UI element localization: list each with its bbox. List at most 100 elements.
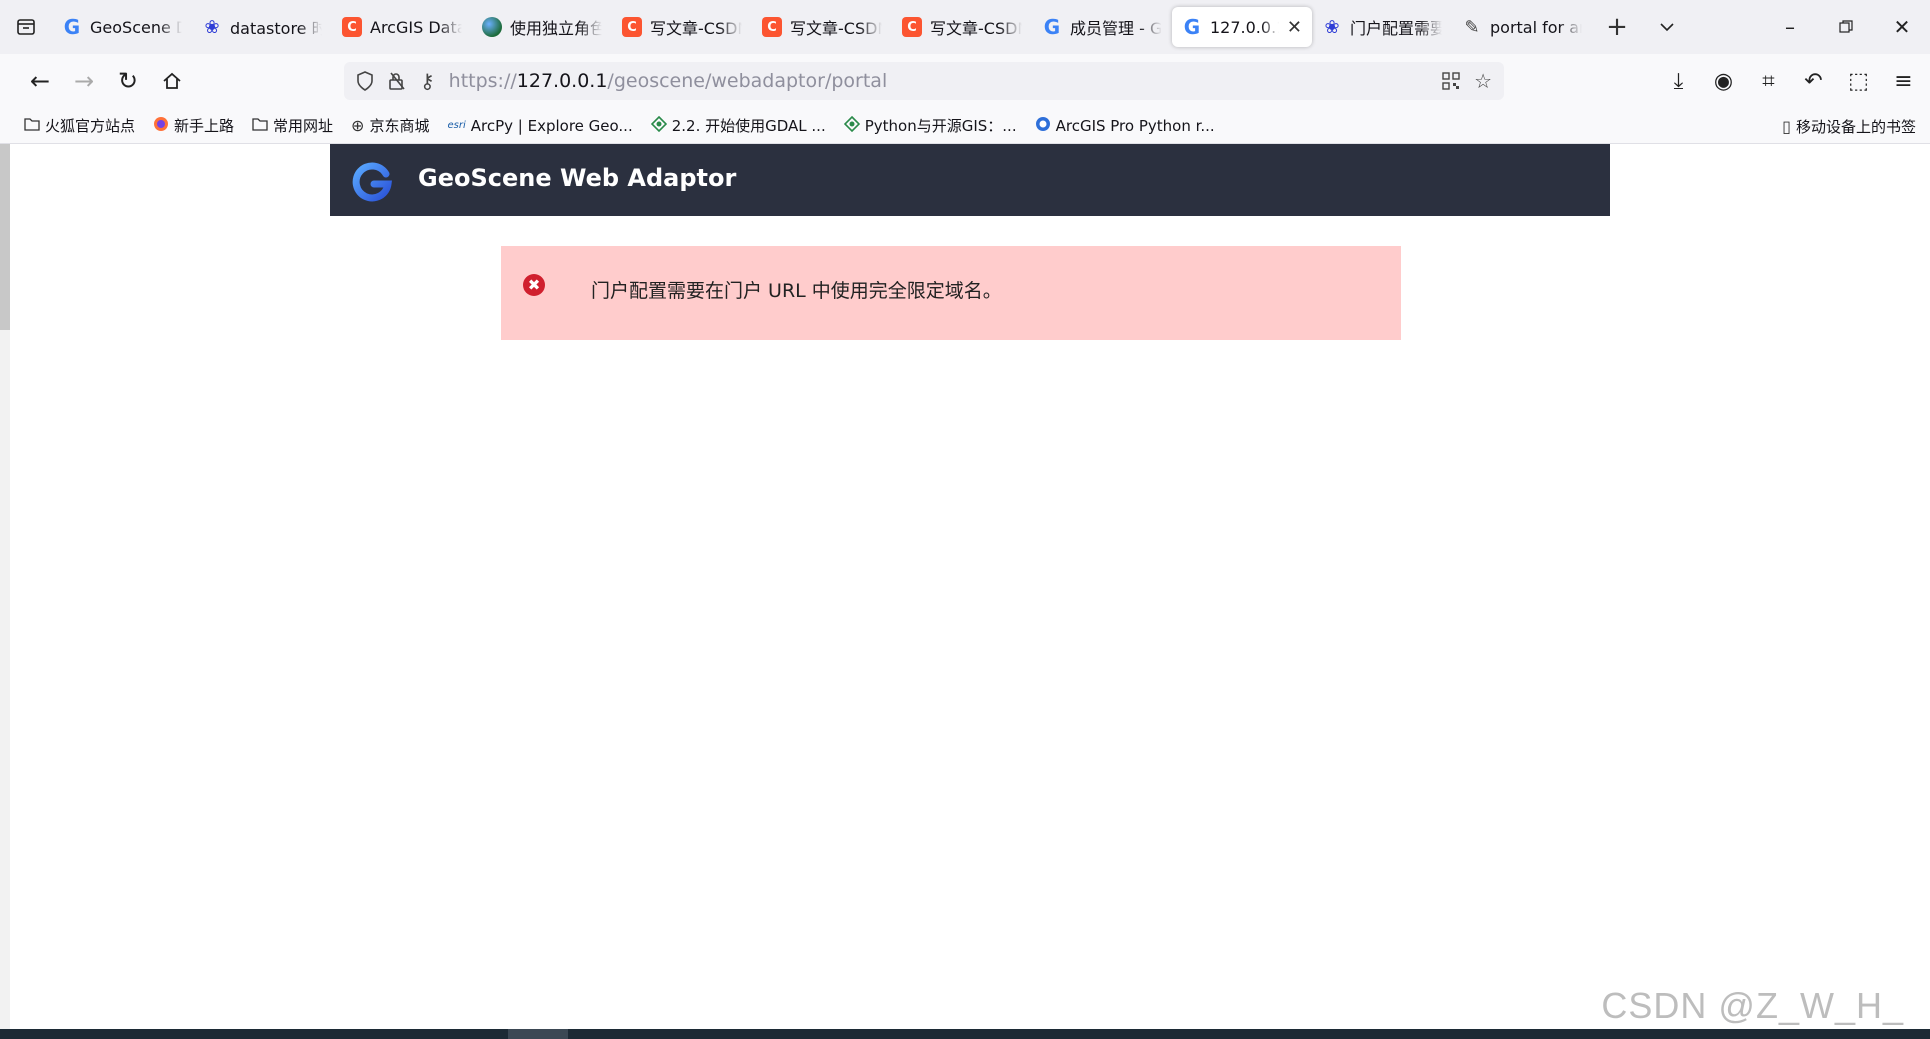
minimize-button[interactable]: – [1762, 0, 1818, 54]
minimize-icon: – [1785, 15, 1795, 39]
tab[interactable]: G GeoScene D [52, 7, 192, 47]
bookmark-item[interactable]: ⊕ 京东商城 [351, 115, 429, 136]
globe-icon [482, 17, 502, 37]
close-icon: ✕ [1893, 15, 1911, 39]
qr-code-icon[interactable] [1442, 72, 1460, 90]
folder-icon [24, 116, 40, 135]
tab-strip: G GeoScene D ❀ datastore 时 C ArcGIS Data 使用独立角… [0, 0, 1930, 54]
restore-icon [1839, 20, 1853, 33]
tab-overview-button[interactable] [0, 0, 52, 54]
key-icon[interactable]: ⚷ [420, 69, 435, 93]
tab[interactable]: 使用独立角色 [472, 7, 612, 47]
tab-label: GeoScene D [90, 17, 182, 37]
close-window-button[interactable]: ✕ [1874, 0, 1930, 54]
app-menu-button[interactable]: ≡ [1881, 59, 1926, 103]
new-tab-button[interactable]: + [1592, 7, 1642, 47]
tab[interactable]: ❀ 门户配置需要 [1312, 7, 1452, 47]
lock-warning-icon[interactable] [388, 71, 406, 91]
toolbar-actions: ⤓ ◉ ⌗ ↶ ⬚ ≡ [1656, 54, 1930, 108]
error-alert: ✖ 门户配置需要在门户 URL 中使用完全限定域名。 [501, 246, 1401, 340]
bookmark-item[interactable]: 新手上路 [153, 115, 234, 136]
mobile-device-icon: ▯ [1782, 116, 1791, 136]
undo-button[interactable]: ↶ [1791, 59, 1836, 103]
bookmark-label: 火狐官方站点 [45, 117, 136, 135]
error-x-icon: ✖ [523, 274, 545, 296]
bookmark-item[interactable]: ArcGIS Pro Python r... [1035, 116, 1215, 136]
tab-label: ArcGIS Data [370, 17, 462, 37]
bookmark-label: ArcPy | Explore Geo... [470, 116, 633, 135]
url-path: /geoscene/webadaptor/portal [607, 70, 888, 92]
bookmark-label: 新手上路 [174, 117, 235, 135]
bookmark-item[interactable]: 2.2. 开始使用GDAL ... [650, 115, 826, 136]
google-g-icon: G [63, 15, 81, 39]
mobile-bookmarks[interactable]: ▯ 移动设备上的书签 [1782, 108, 1916, 144]
tab[interactable]: C ArcGIS Data [332, 7, 472, 47]
bookmark-label: Python与开源GIS：... [864, 117, 1017, 135]
google-g-icon: G [1183, 15, 1201, 39]
csdn-icon: C [342, 17, 362, 37]
downloads-button[interactable]: ⤓ [1656, 59, 1701, 103]
geoscene-logo-icon [352, 162, 392, 202]
tab-label: 成员管理 - G [1070, 19, 1162, 38]
tab-label: 写文章-CSDN [650, 19, 742, 38]
address-bar[interactable]: ⚷ https://127.0.0.1/geoscene/webadaptor/… [344, 62, 1504, 100]
firefox-icon [153, 116, 169, 136]
puzzle-icon: ⬚ [1848, 68, 1869, 94]
page-title: GeoScene Web Adaptor [418, 164, 737, 192]
tab[interactable]: G 成员管理 - G [1032, 7, 1172, 47]
list-all-tabs-button[interactable] [1642, 7, 1692, 47]
csdn-icon: C [622, 17, 642, 37]
navigation-toolbar: ← → ↻ ⚷ https://127.0.0.1/geoscene/webad… [0, 54, 1930, 108]
url-scheme: https:// [448, 70, 517, 92]
tab-label: 门户配置需要 [1350, 19, 1442, 38]
url-text[interactable]: https://127.0.0.1/geoscene/webadaptor/po… [449, 70, 1428, 92]
tab[interactable]: ❀ datastore 时 [192, 7, 332, 47]
csdn-icon: C [902, 17, 922, 37]
taskbar [0, 1029, 1930, 1039]
account-button[interactable]: ◉ [1701, 59, 1746, 103]
window-controls: – ✕ [1762, 0, 1930, 54]
scrollbar[interactable] [0, 144, 10, 1029]
restore-button[interactable] [1818, 0, 1874, 54]
tab-active[interactable]: G 127.0.0.1/ ✕ [1172, 7, 1312, 47]
tab[interactable]: C 写文章-CSDN [612, 7, 752, 47]
chevron-down-icon [1660, 23, 1674, 32]
tab[interactable]: C 写文章-CSDN [752, 7, 892, 47]
plus-icon: + [1606, 12, 1628, 42]
hamburger-menu-icon: ≡ [1894, 68, 1913, 94]
account-icon: ◉ [1713, 68, 1734, 94]
extensions-button[interactable]: ⬚ [1836, 59, 1881, 103]
back-button[interactable]: ← [18, 59, 62, 103]
bookmark-label: ArcGIS Pro Python r... [1055, 116, 1215, 135]
scrollbar-thumb[interactable] [0, 144, 10, 330]
forward-button[interactable]: → [62, 59, 106, 103]
google-g-icon: G [1043, 15, 1061, 39]
tab-overview-icon [17, 19, 35, 35]
bookmark-item[interactable]: Python与开源GIS：... [843, 115, 1017, 136]
close-tab-icon[interactable]: ✕ [1287, 17, 1302, 38]
star-bookmark-icon[interactable]: ☆ [1474, 69, 1492, 93]
gdal-icon [650, 115, 667, 136]
baidu-paw-icon: ❀ [204, 16, 220, 38]
bookmark-label: 京东商城 [369, 117, 430, 135]
bookmark-item[interactable]: esri ArcPy | Explore Geo... [447, 117, 632, 135]
bookmark-label: 常用网址 [273, 117, 334, 135]
screenshot-button[interactable]: ⌗ [1746, 59, 1791, 103]
taskbar-item[interactable] [508, 1029, 568, 1039]
arrow-left-icon: ← [29, 67, 51, 95]
bookmark-item[interactable]: 常用网址 [252, 115, 333, 136]
home-icon [163, 72, 181, 89]
watermark: CSDN @Z_W_H_ [1601, 985, 1904, 1026]
tab-label: 写文章-CSDN [930, 19, 1022, 38]
tab-label: 使用独立角色 [510, 19, 602, 38]
baidu-paw-icon: ❀ [1324, 16, 1340, 38]
mobile-bookmarks-label: 移动设备上的书签 [1795, 117, 1916, 136]
globe-icon: ⊕ [351, 116, 365, 135]
tab[interactable]: ✎ portal for ar [1452, 7, 1592, 47]
tab[interactable]: C 写文章-CSDN [892, 7, 1032, 47]
tab-label: 写文章-CSDN [790, 19, 882, 38]
bookmark-item[interactable]: 火狐官方站点 [24, 115, 135, 136]
home-button[interactable] [150, 59, 194, 103]
shield-icon [357, 71, 373, 91]
reload-button[interactable]: ↻ [106, 59, 150, 103]
